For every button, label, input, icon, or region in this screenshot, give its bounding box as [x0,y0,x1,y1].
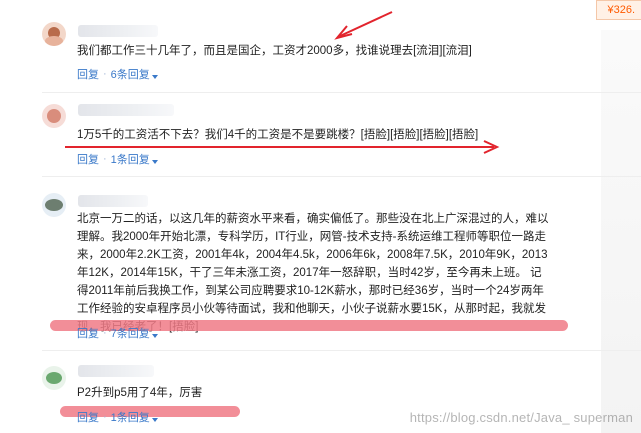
chevron-down-icon [151,75,158,79]
chevron-down-icon [151,334,158,338]
reply-link[interactable]: 回复 [77,151,99,167]
chevron-down-icon [151,160,158,164]
divider [42,92,641,93]
price-chip[interactable]: ¥326. [596,0,641,20]
replies-count: 7条回复 [110,328,150,340]
side-blur-panel [601,30,641,433]
chevron-down-icon [151,418,158,422]
replies-toggle[interactable]: 7条回复 [111,325,158,341]
username-blurred [78,195,148,207]
separator: · [103,153,107,165]
separator: · [103,411,107,423]
replies-toggle[interactable]: 6条回复 [111,66,158,82]
separator: · [103,68,107,80]
divider [42,350,641,351]
avatar[interactable] [42,22,66,46]
username-blurred [78,25,158,37]
reply-link[interactable]: 回复 [77,325,99,341]
comment-text: P2升到p5用了4年，厉害 [77,387,203,399]
replies-count: 1条回复 [110,412,150,424]
replies-toggle[interactable]: 1条回复 [111,409,158,425]
price-chip-text: ¥326. [607,4,635,16]
avatar[interactable] [42,193,66,217]
reply-link[interactable]: 回复 [77,66,99,82]
comment-actions: 回复 · 7条回复 [77,325,158,341]
comment-text: 北京一万二的话，以这几年的薪资水平来看，确实偏低了。那些没在北上广深混过的人，难… [77,213,549,333]
divider [42,176,641,177]
avatar[interactable] [42,104,66,128]
comment-text: 1万5千的工资活不下去？我们4千的工资是不是要跳楼？[捂脸][捂脸][捂脸][捂… [77,129,479,141]
comment-actions: 回复 · 1条回复 [77,409,158,425]
comment-feed-page: ¥326. 我们都工作三十几年了，而且是国企，工资才2000多，找谁说理去[流泪… [0,0,641,433]
avatar[interactable] [42,366,66,390]
separator: · [103,327,107,339]
watermark: https://blog.csdn.net/Java_ superman [409,410,633,425]
replies-count: 1条回复 [110,154,150,166]
replies-toggle[interactable]: 1条回复 [111,151,158,167]
comment-actions: 回复 · 6条回复 [77,66,158,82]
username-blurred [78,104,174,116]
comment-text: 我们都工作三十几年了，而且是国企，工资才2000多，找谁说理去[流泪][流泪] [77,45,472,57]
comment-actions: 回复 · 1条回复 [77,151,158,167]
replies-count: 6条回复 [110,69,150,81]
arrow-annotation [334,11,393,40]
reply-link[interactable]: 回复 [77,409,99,425]
username-blurred [78,365,154,377]
